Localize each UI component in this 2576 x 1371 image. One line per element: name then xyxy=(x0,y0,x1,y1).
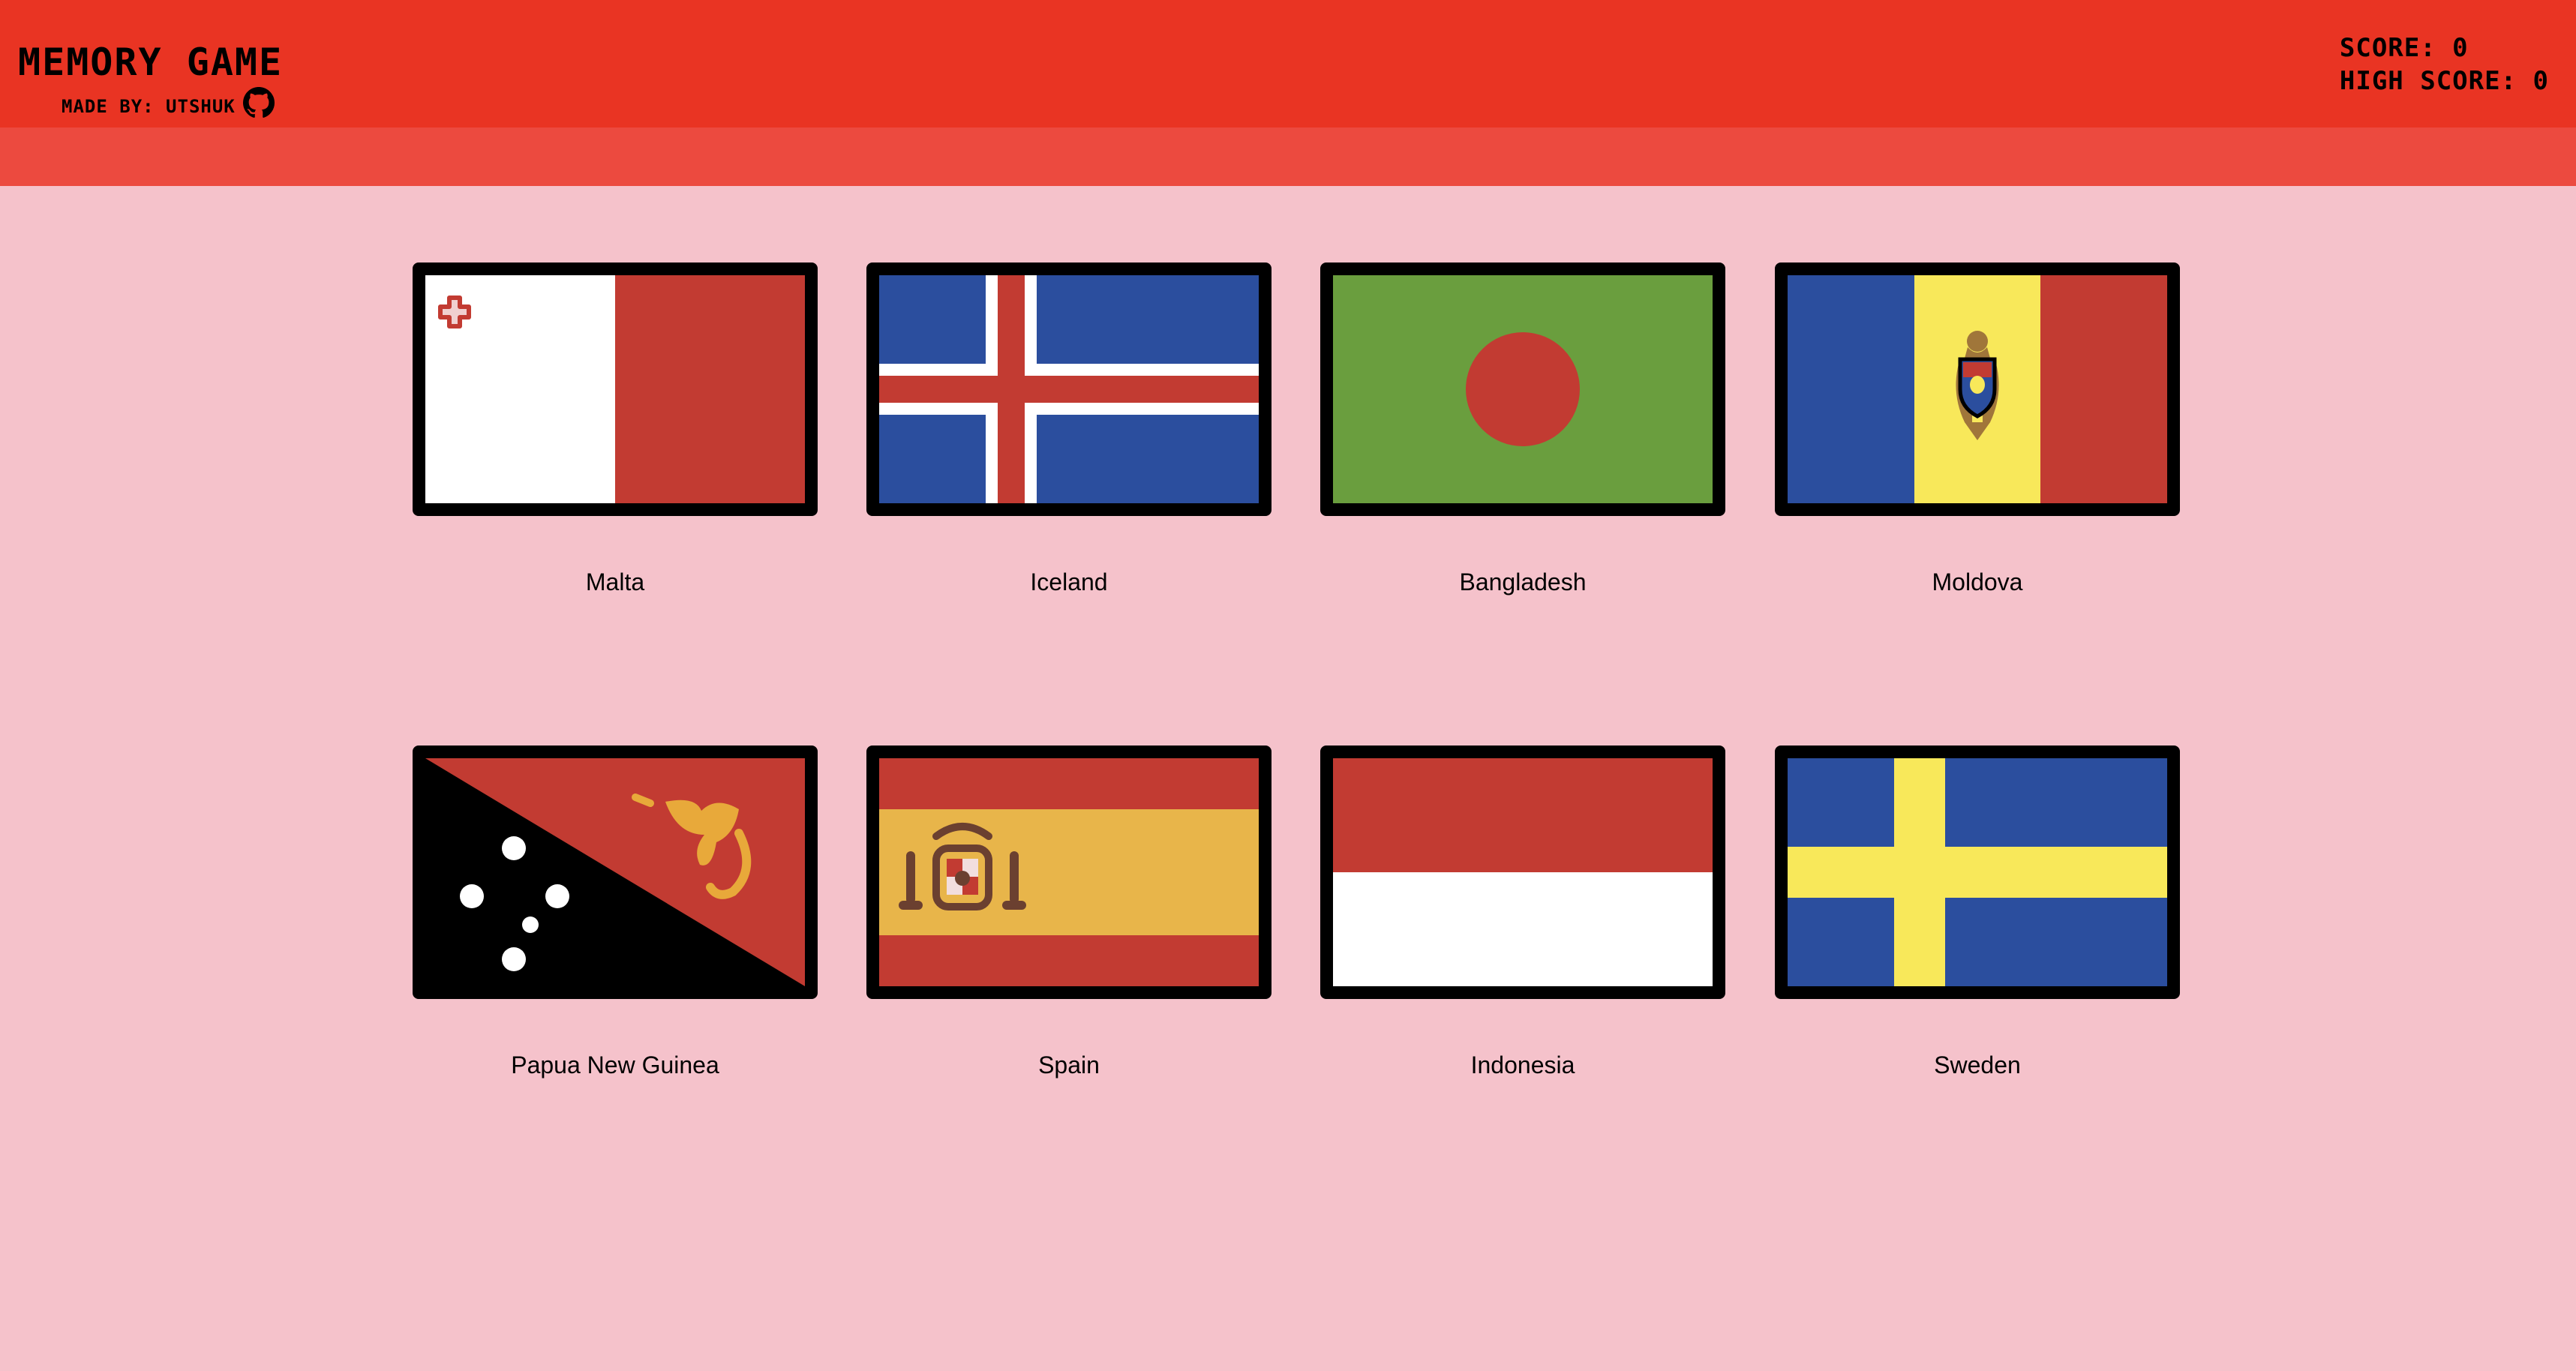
flag-indonesia xyxy=(1320,746,1725,999)
card-iceland[interactable]: Iceland xyxy=(866,262,1271,594)
game-title: MEMORY GAME xyxy=(18,40,284,84)
card-label: Spain xyxy=(1038,1052,1100,1078)
card-label: Bangladesh xyxy=(1459,568,1587,596)
card-indonesia[interactable]: Indonesia xyxy=(1320,746,1725,1077)
card-label: Iceland xyxy=(1030,568,1108,596)
indonesia-flag-icon xyxy=(1333,758,1713,986)
spain-flag-icon xyxy=(879,758,1259,986)
flag-malta xyxy=(413,262,818,516)
card-label: Malta xyxy=(585,568,645,596)
card-sweden[interactable]: Sweden xyxy=(1775,746,2180,1077)
bangladesh-flag-icon xyxy=(1333,275,1713,503)
header-sub-bar xyxy=(0,128,2576,186)
score-value: SCORE: 0 xyxy=(2339,33,2469,63)
flag-bangladesh xyxy=(1320,262,1725,516)
sweden-flag-icon xyxy=(1788,758,2167,986)
header-bar: MEMORY GAME MADE BY: UTSHUK SCORE: 0 HIG… xyxy=(0,0,2576,128)
papua-new-guinea-flag-icon xyxy=(425,758,805,986)
malta-flag-icon xyxy=(425,275,805,503)
flag-moldova xyxy=(1775,262,2180,516)
flag-sweden xyxy=(1775,746,2180,999)
author-credit[interactable]: MADE BY: UTSHUK xyxy=(62,87,275,118)
moldova-flag-icon xyxy=(1788,275,2167,503)
flag-iceland xyxy=(866,262,1271,516)
card-label: Moldova xyxy=(1932,568,2023,596)
card-moldova[interactable]: Moldova xyxy=(1775,262,2180,594)
flag-papua-new-guinea xyxy=(413,746,818,999)
github-icon[interactable] xyxy=(242,87,275,118)
flag-spain xyxy=(866,746,1271,999)
card-bangladesh[interactable]: Bangladesh xyxy=(1320,262,1725,594)
card-spain[interactable]: Spain xyxy=(866,746,1271,1077)
card-papua-new-guinea[interactable]: Papua New Guinea xyxy=(413,746,818,1077)
score-panel: SCORE: 0 HIGH SCORE: 0 xyxy=(2340,32,2549,98)
card-label: Indonesia xyxy=(1470,1052,1575,1078)
iceland-flag-icon xyxy=(879,275,1259,503)
card-label: Sweden xyxy=(1934,1052,2021,1078)
card-malta[interactable]: Malta xyxy=(413,262,818,594)
high-score-value: HIGH SCORE: 0 xyxy=(2339,66,2549,96)
author-credit-text: MADE BY: UTSHUK xyxy=(62,96,236,117)
card-label: Papua New Guinea xyxy=(511,1052,719,1078)
